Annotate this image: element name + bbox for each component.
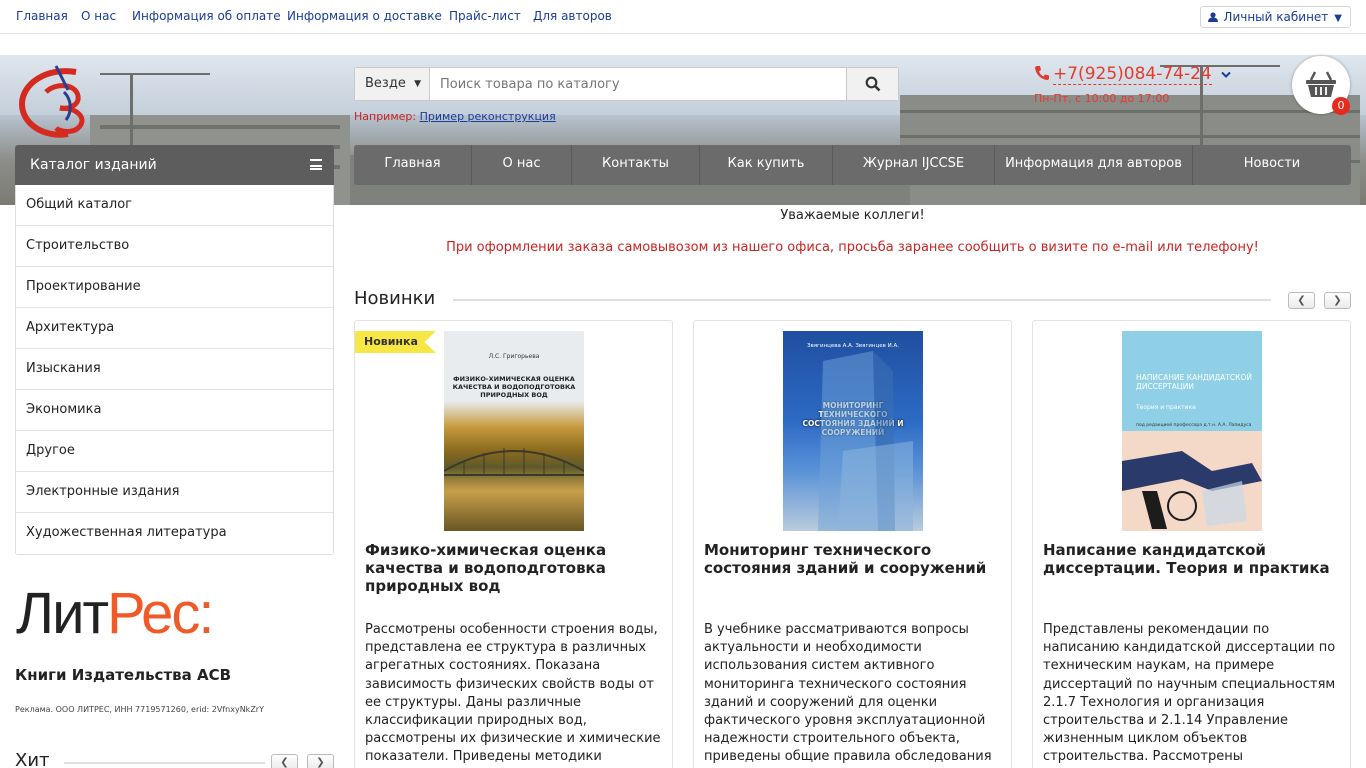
nav-item-how-to-buy[interactable]: Как купить [700, 145, 833, 185]
notice-pickup: При оформлении заказа самовывозом из наш… [446, 240, 1259, 255]
chevron-right-icon: ❯ [316, 757, 325, 768]
cover-art [1122, 451, 1262, 529]
section-title-hit: Хит [15, 750, 50, 768]
product-title[interactable]: Написание кандидатской диссертации. Теор… [1043, 541, 1343, 577]
cover-author: Л.С. Григорьева [488, 353, 540, 360]
top-link-authors[interactable]: Для авторов [533, 9, 612, 23]
product-description: Представлены рекомендации по написанию к… [1043, 622, 1336, 768]
catalog-item-economics[interactable]: Экономика [16, 390, 333, 431]
chevron-right-icon: ❯ [1333, 295, 1342, 306]
basket-icon [1306, 71, 1336, 97]
search-scope-select[interactable]: Везде ▼ [355, 68, 430, 100]
top-link-pricelist[interactable]: Прайс-лист [449, 9, 521, 23]
main-nav: Главная О нас Контакты Как купить Журнал… [354, 145, 1351, 185]
catalog-item-architecture[interactable]: Архитектура [16, 308, 333, 349]
cart-button[interactable]: 0 [1292, 56, 1350, 115]
catalog-item-other[interactable]: Другое [16, 431, 333, 472]
cover-editor: под редакцией профессора д.т.н. А.А. Лап… [1136, 423, 1252, 428]
carousel-prev-button[interactable]: ❮ [1288, 292, 1315, 309]
catalog-item-ebooks[interactable]: Электронные издания [16, 472, 333, 513]
phone-block[interactable]: +7(925)084-74-24 [1034, 64, 1231, 85]
notice-greeting: Уважаемые коллеги! [780, 208, 925, 223]
top-link-about[interactable]: О нас [81, 9, 116, 23]
user-icon [1208, 12, 1219, 22]
chevron-down-icon [1221, 71, 1231, 78]
nav-item-journal[interactable]: Журнал IJCCSE [833, 145, 995, 185]
search-icon [865, 76, 881, 92]
cover-subtitle: Теория и практика [1136, 404, 1196, 411]
cover-title: Физико-химическая оценка качества и водо… [452, 375, 576, 399]
top-nav: Главная О нас Информация об оплате Инфор… [0, 0, 1366, 34]
search-bar: Везде ▼ [354, 67, 899, 101]
search-example: Например: Пример реконструкция [354, 110, 556, 123]
account-label: Личный кабинет [1223, 10, 1329, 24]
litres-logo-part-1: Лит [16, 581, 109, 646]
catalog-header[interactable]: Каталог изданий [15, 145, 334, 185]
litres-logo-part-2: Рес: [107, 581, 215, 646]
phone-number: +7(925)084-74-24 [1053, 64, 1212, 85]
section-title-new: Новинки [354, 288, 436, 309]
book-cover-image[interactable]: Звягинцева А.А. Звягинцев И.А. Мониторин… [783, 331, 923, 531]
product-card[interactable]: Л.С. Григорьева Физико-химическая оценка… [354, 320, 673, 768]
hit-next-button[interactable]: ❯ [307, 754, 334, 768]
product-card[interactable]: Написание кандидатской диссертации Теори… [1032, 320, 1351, 768]
catalog-title: Каталог изданий [30, 157, 157, 173]
account-button[interactable]: Личный кабинет ▼ [1200, 6, 1351, 28]
search-input[interactable] [431, 68, 847, 100]
ad-disclaimer: Реклама. ООО ЛИТРЕС, ИНН 7719571260, eri… [15, 705, 264, 714]
litres-logo[interactable]: ЛитРес: [16, 581, 215, 646]
catalog-item-design[interactable]: Проектирование [16, 267, 333, 308]
hit-prev-button[interactable]: ❮ [271, 754, 298, 768]
product-card[interactable]: Звягинцева А.А. Звягинцев И.А. Мониторин… [693, 320, 1012, 768]
book-cover-image[interactable]: Л.С. Григорьева Физико-химическая оценка… [444, 331, 584, 531]
carousel-next-button[interactable]: ❯ [1324, 292, 1351, 309]
search-example-link[interactable]: Пример реконструкция [420, 110, 556, 123]
nav-item-contacts[interactable]: Контакты [572, 145, 700, 185]
top-link-payment[interactable]: Информация об оплате [132, 9, 281, 23]
search-example-prefix: Например: [354, 110, 417, 123]
cart-count-badge: 0 [1332, 97, 1350, 115]
phone-icon [1035, 66, 1049, 80]
top-link-delivery[interactable]: Информация о доставке [287, 9, 442, 23]
catalog-item-general[interactable]: Общий каталог [16, 185, 333, 226]
catalog-item-fiction[interactable]: Художественная литература [16, 513, 333, 554]
product-title[interactable]: Физико-химическая оценка качества и водо… [365, 541, 665, 595]
chevron-down-icon: ▼ [1334, 13, 1342, 24]
cover-tower-art [818, 351, 913, 531]
catalog-item-surveys[interactable]: Изыскания [16, 349, 333, 390]
nav-item-home[interactable]: Главная [354, 145, 472, 185]
product-description: В учебнике рассматриваются вопросы актуа… [704, 622, 992, 768]
chevron-left-icon: ❮ [1297, 295, 1306, 306]
nav-item-about[interactable]: О нас [472, 145, 572, 185]
chevron-left-icon: ❮ [280, 757, 289, 768]
catalog-list: Общий каталог Строительство Проектирован… [15, 185, 334, 555]
top-link-home[interactable]: Главная [16, 9, 68, 23]
new-badge: Новинка [355, 331, 436, 353]
product-title[interactable]: Мониторинг технического состояния зданий… [704, 541, 1004, 577]
cover-title: Написание кандидатской диссертации [1136, 373, 1252, 391]
search-scope-value: Везде [365, 76, 406, 91]
book-cover-image[interactable]: Написание кандидатской диссертации Теори… [1122, 331, 1262, 531]
publisher-logo[interactable] [16, 62, 100, 140]
product-description: Рассмотрены особенности строения воды, п… [365, 622, 661, 768]
litres-title[interactable]: Книги Издательства АСВ [15, 666, 231, 684]
working-hours: Пн-Пт, с 10:00 до 17:00 [1034, 92, 1170, 105]
nav-item-authors-info[interactable]: Информация для авторов [995, 145, 1193, 185]
cover-bridge-art [444, 448, 584, 476]
section-divider [453, 299, 1271, 301]
nav-item-news[interactable]: Новости [1193, 145, 1351, 185]
search-button[interactable] [846, 68, 898, 100]
menu-icon [310, 159, 322, 170]
catalog-item-construction[interactable]: Строительство [16, 226, 333, 267]
section-divider [64, 762, 265, 764]
caret-down-icon: ▼ [414, 79, 421, 89]
